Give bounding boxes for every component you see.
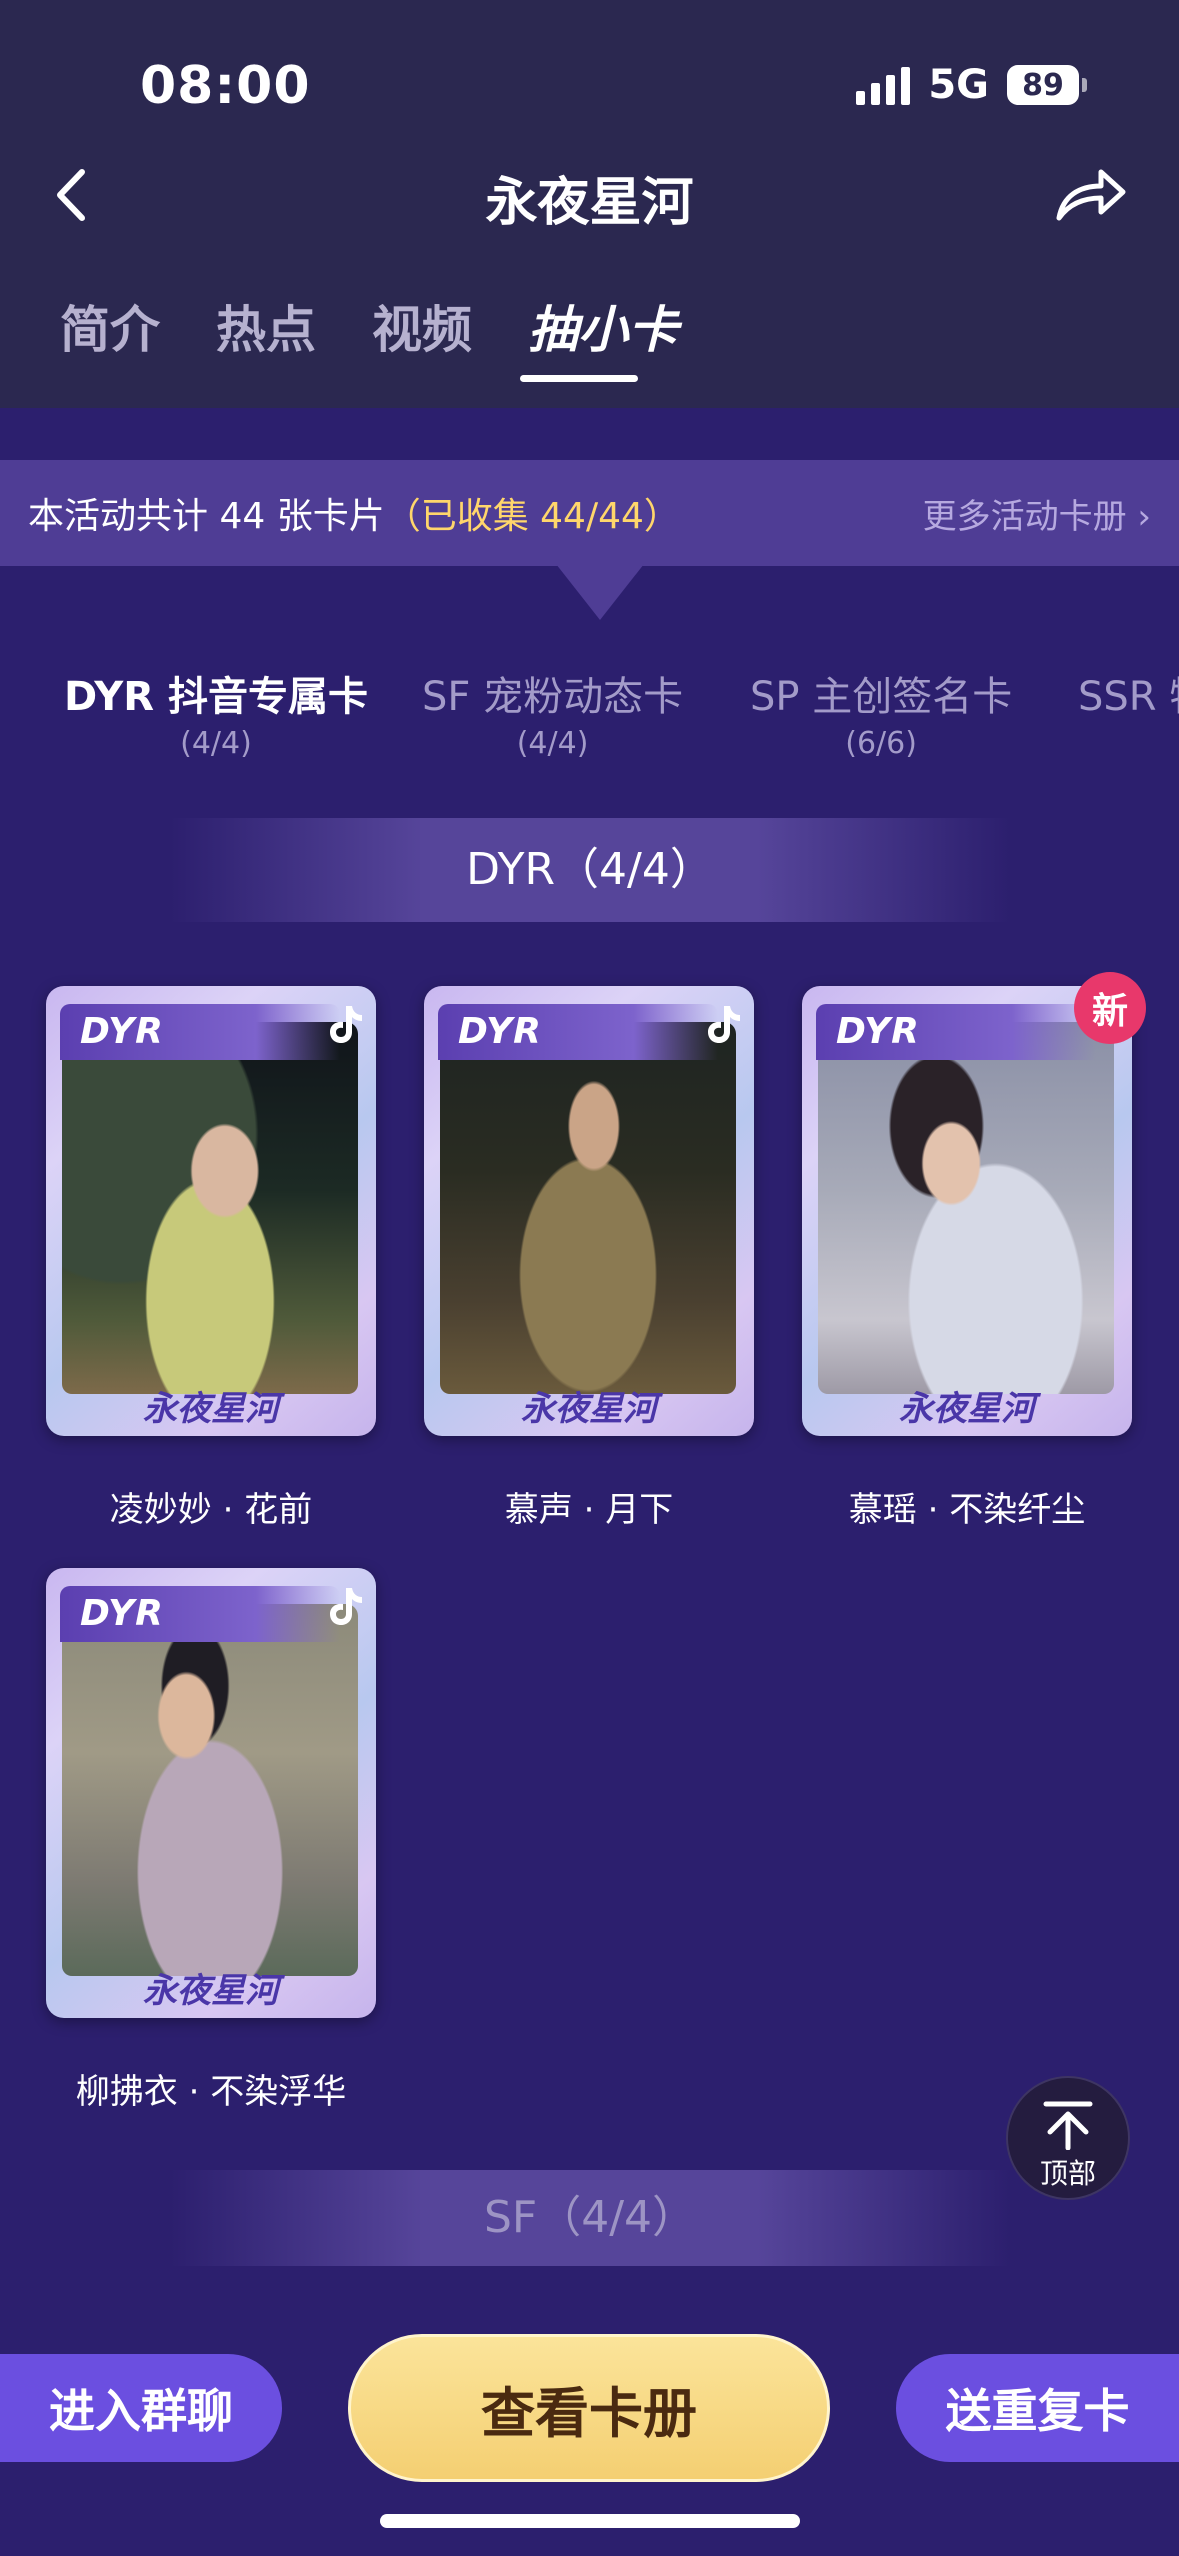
- card-tag: DYR: [60, 1586, 340, 1642]
- category-sp[interactable]: SP 主创签名卡 (6/6): [750, 664, 1012, 761]
- card-photo: [440, 1022, 736, 1394]
- header-area: 08:00 5G 89 永夜星河 简介 热点 视频 抽小卡: [0, 0, 1179, 408]
- card-name: 凌妙妙 · 花前: [109, 1490, 313, 1530]
- network-label: 5G: [928, 62, 989, 108]
- card-item[interactable]: DYR 永夜星河 柳拂衣 · 不染浮华: [46, 1568, 376, 2113]
- view-album-button[interactable]: 查看卡册: [348, 2334, 830, 2482]
- banner-pointer: [556, 564, 644, 620]
- scroll-to-top-label: 顶部: [1039, 2157, 1096, 2190]
- card-frame: DYR 永夜星河: [46, 1568, 376, 2018]
- section-header-sf: SF（4/4）: [170, 2170, 1010, 2266]
- category-name: SF 宠粉动态卡: [422, 674, 684, 720]
- category-count: (4/4): [516, 726, 589, 761]
- card-item[interactable]: DYR 永夜星河 新 慕瑶 · 不染纤尘: [802, 972, 1146, 1531]
- category-tabs: DYR 抖音专属卡 (4/4) SF 宠粉动态卡 (4/4) SP 主创签名卡 …: [0, 664, 1179, 764]
- collection-banner: 本活动共计 44 张卡片（已收集 44/44） 更多活动卡册 ›: [0, 460, 1179, 566]
- signal-icon: [856, 65, 911, 105]
- card-name: 柳拂衣 · 不染浮华: [75, 2072, 347, 2112]
- active-tab-indicator: [520, 375, 638, 382]
- card-item[interactable]: DYR 永夜星河 凌妙妙 · 花前: [46, 986, 376, 1531]
- card-logo: 永夜星河: [521, 1389, 657, 1429]
- card-tag: DYR: [438, 1004, 718, 1060]
- tiktok-icon: [330, 1588, 362, 1625]
- tab-hot[interactable]: 热点: [216, 290, 316, 362]
- section-header-dyr: DYR（4/4）: [170, 818, 1010, 922]
- category-name: SP 主创签名卡: [750, 674, 1013, 720]
- tiktok-icon: [330, 1006, 362, 1043]
- tab-bar: 简介 热点 视频 抽小卡: [60, 290, 678, 362]
- card-logo: 永夜星河: [143, 1971, 279, 2011]
- status-indicators: 5G 89: [856, 62, 1087, 108]
- card-photo: [818, 1022, 1114, 1394]
- collection-total: 本活动共计 44 张卡片: [28, 496, 385, 537]
- share-icon: [1056, 169, 1126, 221]
- tab-intro[interactable]: 简介: [60, 290, 160, 362]
- category-count: (6/6): [845, 726, 917, 761]
- category-count: (4/4): [180, 726, 252, 761]
- card-frame: DYR 永夜星河: [46, 986, 376, 1436]
- new-badge: 新: [1074, 972, 1146, 1044]
- category-name: DYR 抖音专属卡: [64, 674, 368, 720]
- card-logo: 永夜星河: [899, 1389, 1035, 1429]
- tiktok-icon: [708, 1006, 740, 1043]
- battery-icon: 89: [1007, 65, 1087, 105]
- status-time: 08:00: [140, 56, 311, 116]
- tab-video[interactable]: 视频: [372, 290, 472, 362]
- home-indicator: [380, 2514, 800, 2528]
- tab-draw-card[interactable]: 抽小卡: [528, 290, 678, 362]
- card-logo: 永夜星河: [143, 1389, 279, 1429]
- card-item[interactable]: DYR 永夜星河 慕声 · 月下: [424, 986, 754, 1531]
- collection-summary: 本活动共计 44 张卡片（已收集 44/44）: [28, 487, 680, 539]
- card-tag: DYR: [816, 1004, 1096, 1060]
- card-photo: [62, 1604, 358, 1976]
- share-button[interactable]: [1051, 160, 1131, 230]
- card-photo: [62, 1022, 358, 1394]
- category-ssr[interactable]: SSR 特: [1078, 664, 1179, 722]
- collection-progress: （已收集 44/44）: [384, 496, 680, 537]
- more-albums-link[interactable]: 更多活动卡册 ›: [923, 489, 1151, 538]
- card-frame: DYR 永夜星河: [424, 986, 754, 1436]
- category-dyr[interactable]: DYR 抖音专属卡 (4/4): [64, 664, 368, 761]
- card-tag: DYR: [60, 1004, 340, 1060]
- card-name: 慕声 · 月下: [504, 1490, 674, 1530]
- gift-duplicate-card-button[interactable]: 送重复卡: [896, 2354, 1179, 2462]
- category-name: SSR 特: [1078, 674, 1179, 720]
- category-sf[interactable]: SF 宠粉动态卡 (4/4): [422, 664, 683, 761]
- scroll-to-top-button[interactable]: 顶部: [1006, 2076, 1130, 2200]
- page-title: 永夜星河: [485, 173, 694, 233]
- arrow-up-icon: [1043, 2101, 1093, 2151]
- join-group-chat-button[interactable]: 进入群聊: [0, 2354, 282, 2462]
- card-frame: DYR 永夜星河 新: [802, 972, 1146, 1436]
- card-name: 慕瑶 · 不染纤尘: [848, 1490, 1086, 1530]
